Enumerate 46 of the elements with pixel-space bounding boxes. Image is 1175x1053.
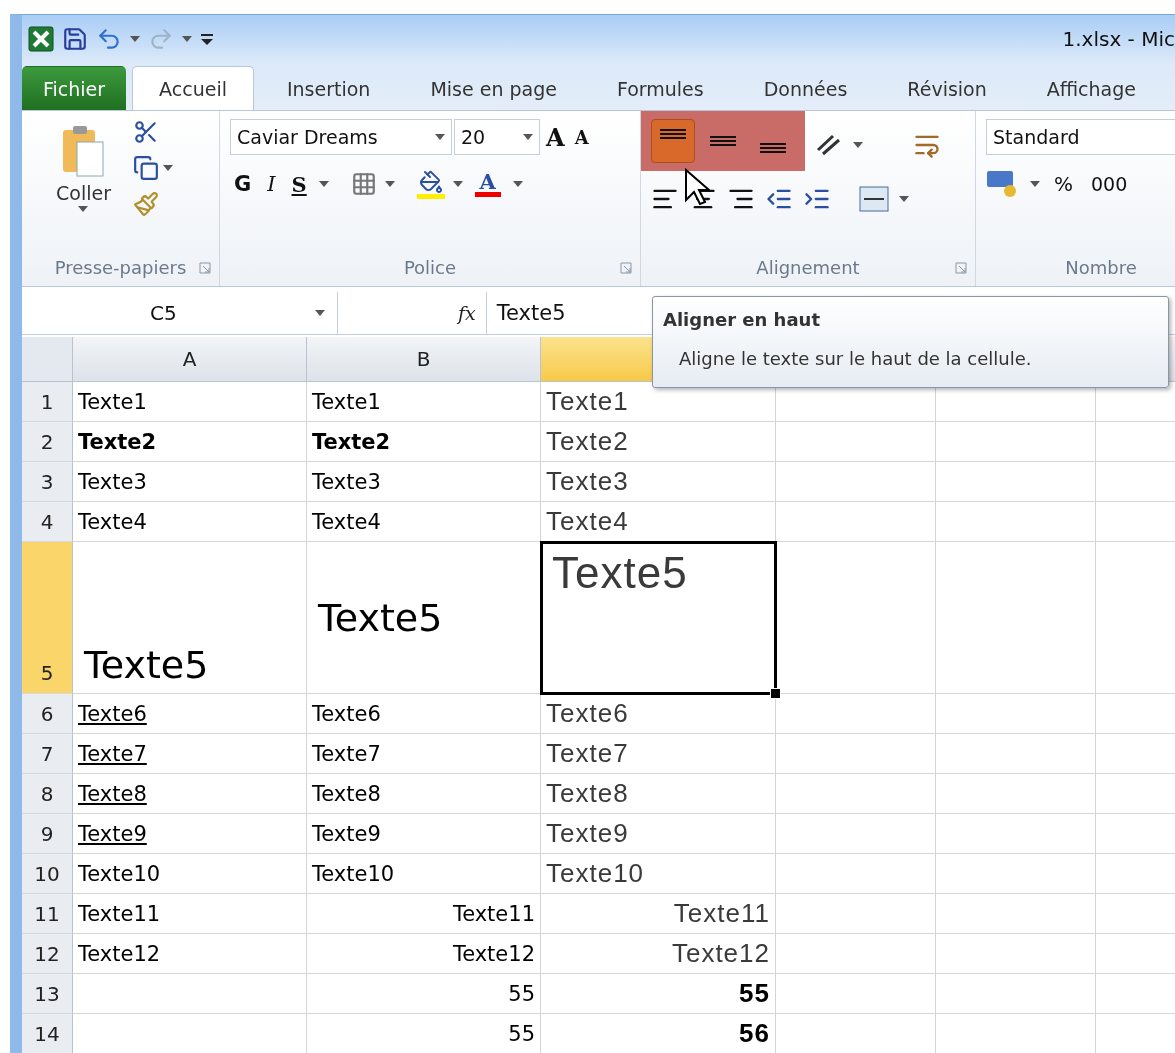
table-cell: Texte2: [307, 422, 541, 462]
group-label: Presse-papiers: [54, 257, 187, 279]
table-cell: Texte8: [307, 774, 541, 814]
table-cell: Texte12: [307, 934, 541, 974]
group-label: Alignement: [756, 257, 860, 279]
group-label: Nombre: [1065, 257, 1137, 279]
table-cell: Texte9: [541, 814, 776, 854]
table-cell: Texte12: [541, 934, 776, 974]
group-label: Police: [403, 257, 457, 279]
table-cell: Texte4: [307, 502, 541, 542]
table-cell: Texte2: [73, 422, 307, 462]
table-cell: 56: [541, 1014, 776, 1053]
table-cell: Texte5: [307, 542, 541, 694]
table-cell: Texte4: [73, 502, 307, 542]
table-cell: Texte10: [541, 854, 776, 894]
table-cell: Texte5: [73, 542, 307, 694]
table-cell: Texte6: [73, 694, 307, 734]
table-cell: Texte1: [73, 382, 307, 422]
table-cell: Texte3: [307, 462, 541, 502]
table-cell: Texte6: [541, 694, 776, 734]
table-cell: Texte11: [73, 894, 307, 934]
table-cell: 55: [541, 974, 776, 1014]
table-cell: Texte6: [307, 694, 541, 734]
table-cell: Texte7: [73, 734, 307, 774]
table-cell: 55: [307, 974, 541, 1014]
window-title: 1.xlsx - Mic: [1062, 26, 1175, 51]
table-cell: Texte3: [73, 462, 307, 502]
tooltip-description: Aligne le texte sur le haut de la cellule.: [678, 348, 1033, 369]
table-cell: Texte8: [73, 774, 307, 814]
table-cell: Texte1: [307, 382, 541, 422]
table-cell: Texte9: [73, 814, 307, 854]
tooltip-title: Aligner en haut: [663, 309, 821, 330]
table-cell: Texte5: [541, 542, 776, 694]
table-cell: Texte11: [307, 894, 541, 934]
table-cell: Texte3: [541, 462, 776, 502]
table-cell: Texte7: [541, 734, 776, 774]
table-cell: Texte4: [541, 502, 776, 542]
table-cell: Texte12: [73, 934, 307, 974]
table-cell: Texte2: [541, 422, 776, 462]
table-cell: Texte10: [307, 854, 541, 894]
table-cell: Texte7: [307, 734, 541, 774]
table-cell: 55: [307, 1014, 541, 1053]
table-cell: Texte9: [307, 814, 541, 854]
table-cell: Texte8: [541, 774, 776, 814]
table-cell: Texte11: [541, 894, 776, 934]
table-cell: Texte10: [73, 854, 307, 894]
